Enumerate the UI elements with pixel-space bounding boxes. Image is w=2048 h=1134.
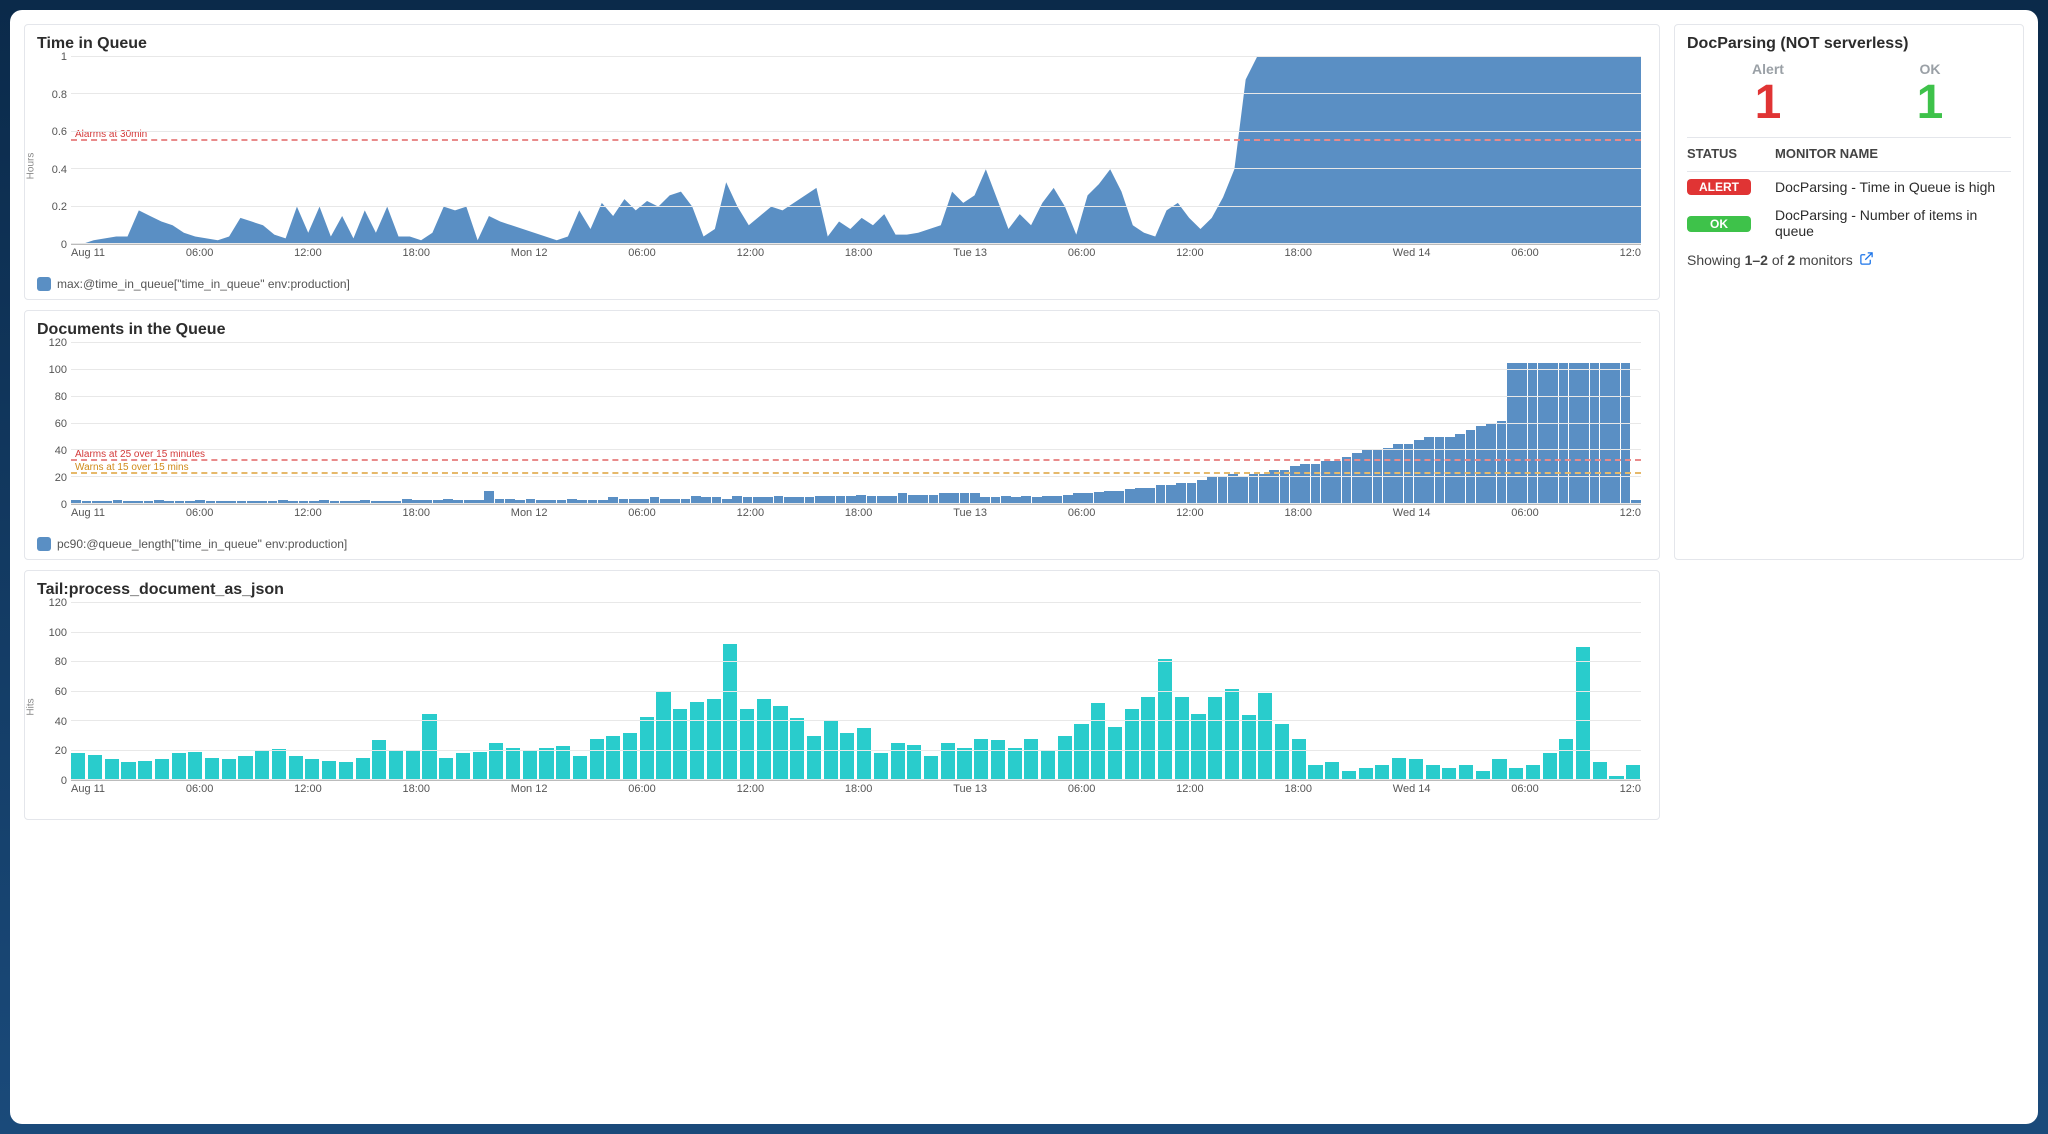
area-svg bbox=[71, 57, 1641, 244]
ok-label: OK bbox=[1849, 61, 2011, 77]
left-column: Time in Queue Hours 00.20.40.60.81 Alarm… bbox=[24, 24, 1660, 1110]
external-link-icon[interactable] bbox=[1859, 251, 1874, 269]
dashboard-frame: Time in Queue Hours 00.20.40.60.81 Alarm… bbox=[10, 10, 2038, 1124]
chart-area[interactable]: Hits 020406080100120 Aug 1106:0012:0018:… bbox=[37, 603, 1647, 811]
alert-label: Alert bbox=[1687, 61, 1849, 77]
legend-label: max:@time_in_queue["time_in_queue" env:p… bbox=[57, 277, 350, 291]
panel-title: Time in Queue bbox=[37, 35, 1647, 53]
bars bbox=[71, 603, 1641, 780]
monitor-table-header: STATUS MONITOR NAME bbox=[1687, 138, 2011, 172]
status-badge: OK bbox=[1687, 216, 1751, 232]
plot-area[interactable]: Alarms at 25 over 15 minutes Warns at 15… bbox=[71, 343, 1641, 505]
monitor-name: DocParsing - Number of items in queue bbox=[1775, 207, 2011, 239]
col-status: STATUS bbox=[1687, 146, 1775, 161]
panel-title: Documents in the Queue bbox=[37, 321, 1647, 339]
panel-title: DocParsing (NOT serverless) bbox=[1687, 35, 2011, 53]
monitor-name: DocParsing - Time in Queue is high bbox=[1775, 179, 2011, 195]
legend: max:@time_in_queue["time_in_queue" env:p… bbox=[37, 277, 1647, 291]
legend: pc90:@queue_length["time_in_queue" env:p… bbox=[37, 537, 1647, 551]
footer-suffix: monitors bbox=[1795, 252, 1853, 268]
alert-count: 1 bbox=[1687, 79, 1849, 127]
panel-title: Tail:process_document_as_json bbox=[37, 581, 1647, 599]
panel-time-in-queue[interactable]: Time in Queue Hours 00.20.40.60.81 Alarm… bbox=[24, 24, 1660, 300]
footer-mid: of bbox=[1768, 252, 1787, 268]
legend-swatch bbox=[37, 277, 51, 291]
summary-alert: Alert 1 bbox=[1687, 61, 1849, 127]
panel-tail[interactable]: Tail:process_document_as_json Hits 02040… bbox=[24, 570, 1660, 820]
panel-monitors[interactable]: DocParsing (NOT serverless) Alert 1 OK 1… bbox=[1674, 24, 2024, 560]
status-badge: ALERT bbox=[1687, 179, 1751, 195]
monitor-row[interactable]: ALERT DocParsing - Time in Queue is high bbox=[1687, 172, 2011, 201]
plot-area[interactable] bbox=[71, 603, 1641, 781]
summary-ok: OK 1 bbox=[1849, 61, 2011, 127]
threshold-alarm: Alarms at 30min bbox=[71, 139, 1641, 151]
y-axis-label: Hours bbox=[26, 153, 37, 180]
threshold-alarm: Alarms at 25 over 15 minutes bbox=[71, 459, 1641, 471]
footer-range: 1–2 bbox=[1745, 252, 1768, 268]
status-summary: Alert 1 OK 1 bbox=[1687, 57, 2011, 138]
x-ticks: Aug 1106:0012:0018:00Mon 1206:0012:0018:… bbox=[71, 247, 1641, 261]
panel-docs-in-queue[interactable]: Documents in the Queue 020406080100120 A… bbox=[24, 310, 1660, 560]
chart-area[interactable]: Hours 00.20.40.60.81 Alarms at 30min Aug… bbox=[37, 57, 1647, 275]
x-ticks: Aug 1106:0012:0018:00Mon 1206:0012:0018:… bbox=[71, 507, 1641, 521]
legend-label: pc90:@queue_length["time_in_queue" env:p… bbox=[57, 537, 347, 551]
footer-prefix: Showing bbox=[1687, 252, 1745, 268]
plot-area[interactable]: Alarms at 30min bbox=[71, 57, 1641, 245]
monitor-row[interactable]: OK DocParsing - Number of items in queue bbox=[1687, 201, 2011, 245]
monitor-rows: ALERT DocParsing - Time in Queue is high O… bbox=[1687, 172, 2011, 245]
monitor-footer: Showing 1–2 of 2 monitors bbox=[1687, 251, 2011, 269]
chart-area[interactable]: 020406080100120 Alarms at 25 over 15 min… bbox=[37, 343, 1647, 535]
threshold-warn: Warns at 15 over 15 mins bbox=[71, 472, 1641, 484]
ok-count: 1 bbox=[1849, 79, 2011, 127]
x-ticks: Aug 1106:0012:0018:00Mon 1206:0012:0018:… bbox=[71, 783, 1641, 797]
legend-swatch bbox=[37, 537, 51, 551]
y-axis-label: Hits bbox=[26, 698, 37, 715]
right-column: DocParsing (NOT serverless) Alert 1 OK 1… bbox=[1674, 24, 2024, 1110]
col-monitor: MONITOR NAME bbox=[1775, 146, 2011, 161]
